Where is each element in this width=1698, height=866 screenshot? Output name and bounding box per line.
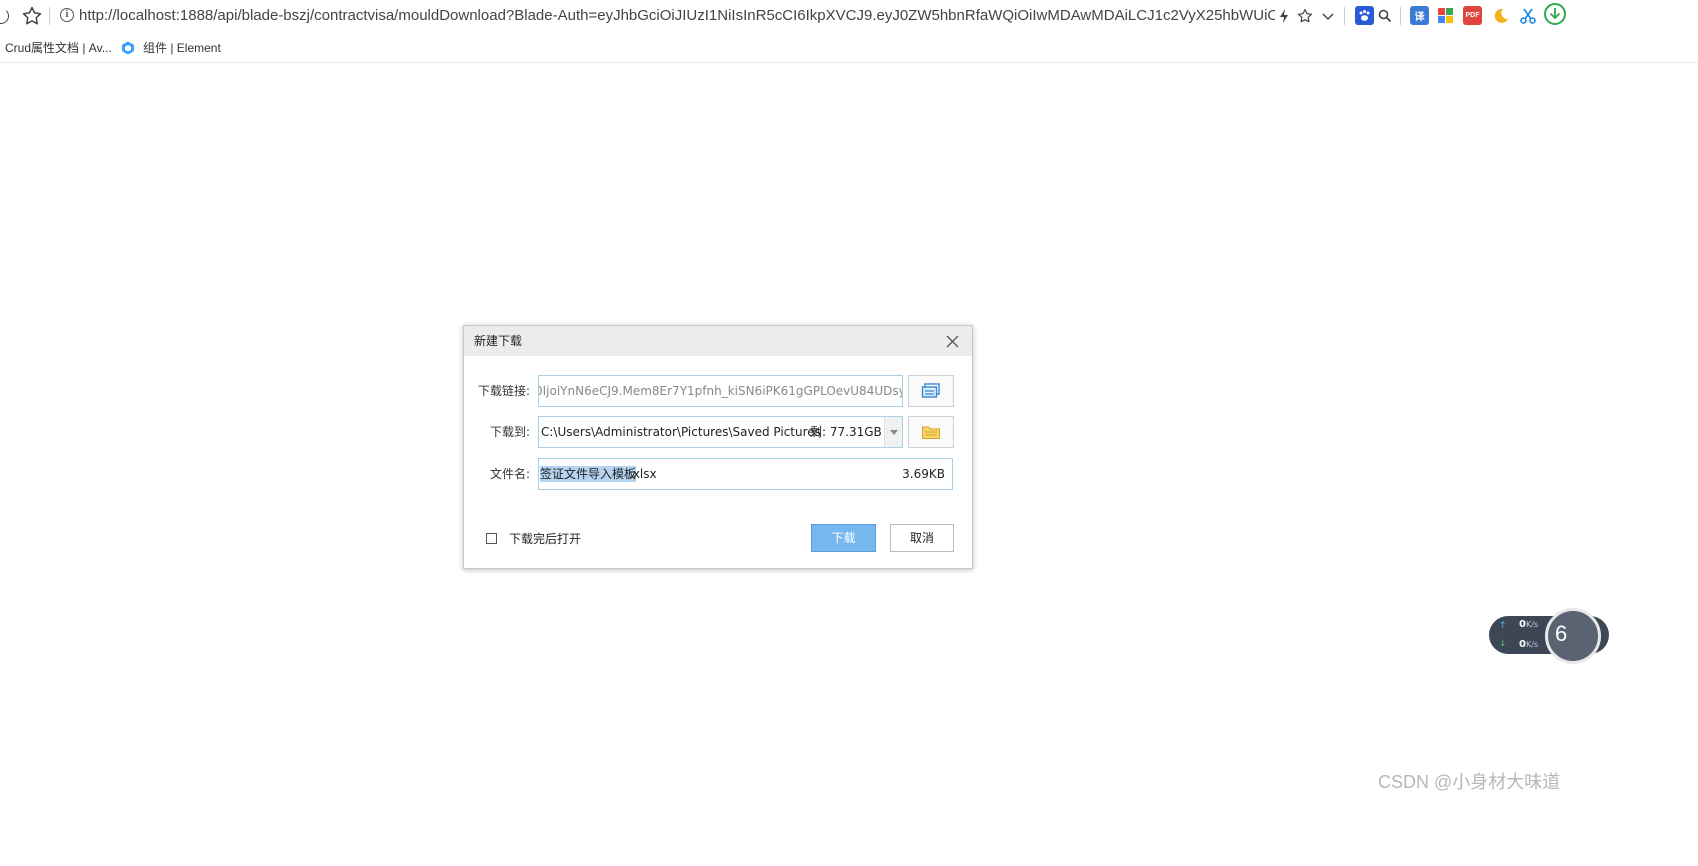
download-button[interactable]: 下载 [811, 524, 876, 552]
download-link-label: 下载链接: [477, 384, 530, 398]
gauge-value: 6 [1555, 621, 1568, 646]
filename-extension: .xlsx [629, 467, 657, 481]
site-info-icon[interactable]: i [60, 8, 74, 22]
search-icon[interactable] [1373, 4, 1397, 28]
watermark: CSDN @小身材大味道 [1378, 772, 1561, 792]
apps-grid-icon[interactable] [1436, 6, 1455, 25]
pdf-extension-icon[interactable]: PDF [1463, 6, 1482, 25]
favorite-star-icon[interactable] [1293, 4, 1317, 28]
filename-input[interactable]: 签证文件导入模板 .xlsx 3.69KB [538, 458, 953, 490]
url-field[interactable]: http://localhost:1888/api/blade-bszj/con… [79, 6, 1275, 26]
download-speed: 0K/s [1519, 639, 1539, 650]
copy-link-button[interactable] [908, 375, 954, 407]
chevron-down-icon[interactable] [1316, 4, 1340, 28]
folder-icon [922, 426, 940, 439]
new-download-dialog: 新建下载 下载链接: 0IjoiYnN6eCJ9.Mem8Er7Y1pfnh_k… [463, 325, 973, 569]
download-arrow-icon: ↓ [1499, 639, 1507, 649]
filename-selected-text: 签证文件导入模板 [540, 466, 637, 482]
upload-arrow-icon: ↑ [1499, 621, 1507, 631]
element-logo-icon [121, 40, 135, 55]
path-dropdown-arrow[interactable] [884, 417, 902, 447]
bookmark-crud-docs[interactable]: Crud属性文档 | Av... [5, 40, 112, 56]
toolbar-separator [1400, 7, 1401, 25]
cancel-button[interactable]: 取消 [890, 524, 954, 552]
toolbar-separator [49, 7, 50, 25]
address-bar: i http://localhost:1888/api/blade-bszj/c… [0, 0, 1698, 32]
save-to-label: 下载到: [489, 425, 530, 439]
bookmarks-bar [0, 33, 1698, 63]
save-path-value: C:\Users\Administrator\Pictures\Saved Pi… [541, 425, 821, 439]
moon-icon[interactable] [1491, 6, 1510, 25]
upload-speed: 0K/s [1519, 619, 1539, 630]
speed-gauge[interactable] [1545, 608, 1601, 664]
browse-folder-button[interactable] [908, 416, 954, 448]
scissors-icon[interactable] [1518, 6, 1537, 25]
save-path-select[interactable]: C:\Users\Administrator\Pictures\Saved Pi… [538, 416, 903, 448]
file-size: 3.69KB [902, 467, 945, 481]
translate-extension-icon[interactable]: 译 [1410, 6, 1429, 25]
free-space-value: 剩: 77.31GB [810, 425, 882, 439]
toolbar-separator [1344, 7, 1345, 25]
dialog-header: 新建下载 [464, 326, 972, 356]
bookmark-element[interactable]: 组件 | Element [143, 40, 221, 56]
close-icon[interactable] [944, 333, 961, 350]
copy-icon [921, 383, 940, 398]
paw-extension-icon[interactable] [1355, 6, 1374, 25]
bookmark-star-icon[interactable] [20, 4, 44, 28]
download-link-input[interactable]: 0IjoiYnN6eCJ9.Mem8Er7Y1pfnh_kiSN6iPK61gG… [538, 375, 903, 407]
dialog-title: 新建下载 [474, 334, 523, 348]
download-icon[interactable] [1544, 3, 1566, 25]
open-after-download-checkbox[interactable] [486, 533, 497, 544]
reload-icon[interactable] [0, 8, 9, 24]
download-link-value: 0IjoiYnN6eCJ9.Mem8Er7Y1pfnh_kiSN6iPK61gG… [538, 384, 902, 398]
filename-label: 文件名: [489, 467, 530, 481]
open-after-download-label[interactable]: 下载完后打开 [509, 532, 581, 546]
